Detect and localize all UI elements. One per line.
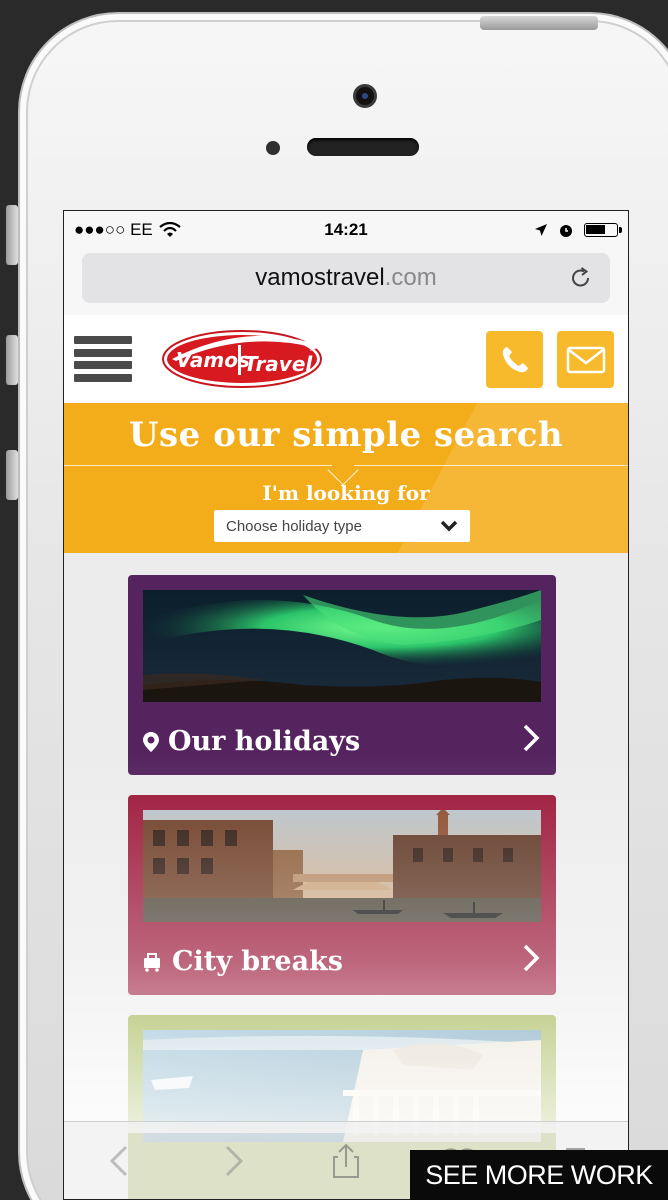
venice-rialto-image — [143, 810, 541, 922]
holiday-type-value: Choose holiday type — [226, 517, 362, 535]
email-button[interactable] — [557, 331, 614, 388]
chevron-right-icon — [523, 724, 540, 752]
vamos-travel-logo[interactable]: Vamos Travel — [162, 329, 322, 389]
chevron-down-icon — [440, 520, 458, 532]
holiday-type-select[interactable]: Choose holiday type — [214, 510, 470, 542]
back-icon[interactable] — [100, 1141, 140, 1181]
chevron-right-icon — [523, 944, 540, 972]
card-label: City breaks — [172, 946, 343, 977]
card-label: Our holidays — [168, 726, 361, 757]
power-button — [480, 16, 598, 30]
site-header: Vamos Travel — [64, 315, 628, 403]
mute-switch — [6, 205, 18, 265]
simple-search-panel: Use our simple search I'm looking for Ch… — [64, 403, 628, 553]
forward-icon[interactable] — [213, 1141, 253, 1181]
menu-icon[interactable] — [74, 336, 132, 382]
location-arrow-icon — [535, 224, 547, 236]
front-camera — [353, 84, 377, 108]
search-label: I'm looking for — [262, 481, 430, 505]
category-cards: Our holidays City breaks — [64, 553, 628, 1199]
share-icon[interactable] — [326, 1141, 366, 1181]
volume-up-button — [6, 335, 18, 385]
url-domain: vamostravel — [255, 264, 385, 291]
proximity-sensor — [266, 141, 280, 155]
northern-lights-image — [143, 590, 541, 702]
address-bar[interactable]: vamostravel .com — [82, 253, 610, 303]
see-more-work-button[interactable]: SEE MORE WORK — [410, 1150, 668, 1200]
battery-icon — [584, 223, 622, 237]
phone-screen: ●●●○○ EE 14:21 vamostravel .com Vamos Tr… — [63, 210, 629, 1200]
volume-down-button — [6, 450, 18, 500]
status-bar: ●●●○○ EE 14:21 — [64, 211, 628, 249]
phone-icon — [502, 346, 528, 372]
alarm-icon — [560, 225, 572, 237]
search-title: Use our simple search — [128, 415, 564, 455]
city-breaks-card[interactable]: City breaks — [128, 795, 556, 995]
see-more-label: SEE MORE WORK — [425, 1159, 653, 1190]
carrier-label: ●●●○○ EE — [74, 220, 153, 239]
url-tld: .com — [384, 264, 437, 291]
reload-icon[interactable] — [568, 265, 594, 291]
our-holidays-card[interactable]: Our holidays — [128, 575, 556, 775]
mail-icon — [566, 346, 605, 373]
call-button[interactable] — [486, 331, 543, 388]
location-pin-icon — [143, 731, 159, 752]
wifi-icon — [159, 222, 181, 237]
luggage-icon — [144, 952, 160, 972]
earpiece-speaker — [307, 138, 419, 156]
svg-text:Travel: Travel — [244, 352, 313, 376]
address-bar-container: vamostravel .com — [64, 249, 628, 315]
